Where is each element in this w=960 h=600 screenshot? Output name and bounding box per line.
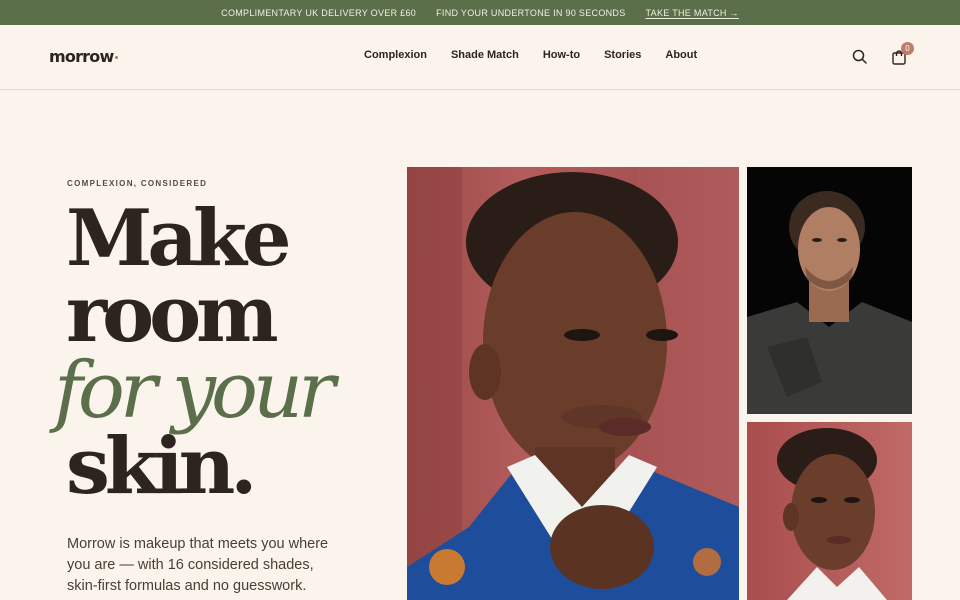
headline-line-1: Make (66, 193, 292, 284)
promo-undertone-text: FIND YOUR UNDERTONE IN 90 SECONDS (436, 7, 626, 18)
hero-eyebrow: COMPLEXION, CONSIDERED (67, 179, 208, 188)
main-nav: Complexion Shade Match How-to Stories Ab… (364, 49, 697, 61)
hero-intro: Morrow is makeup that meets you where yo… (67, 536, 329, 594)
promo-delivery-text: COMPLIMENTARY UK DELIVERY OVER £60 (221, 7, 417, 18)
headline-line-2: room (66, 269, 279, 360)
hero-headline: Make room for your skin. (54, 193, 335, 512)
headline-line-3-italic: for your (54, 346, 335, 436)
hero-portrait-main (407, 167, 739, 600)
logo-text: morrow (49, 47, 114, 66)
search-icon[interactable] (851, 48, 869, 66)
promo-bar: COMPLIMENTARY UK DELIVERY OVER £60 FIND … (0, 0, 960, 25)
cart-count-badge: 0 (901, 42, 914, 55)
nav-stories[interactable]: Stories (604, 49, 641, 61)
logo-dot (115, 56, 119, 59)
portrait-woman-small (747, 422, 912, 600)
nav-about[interactable]: About (665, 49, 697, 61)
logo[interactable]: morrow (49, 47, 119, 66)
portrait-man (747, 167, 912, 414)
headline-line-4: skin. (66, 421, 257, 512)
nav-complexion[interactable]: Complexion (364, 49, 427, 61)
site-header: morrow Complexion Shade Match How-to Sto… (0, 25, 960, 90)
nav-how-to[interactable]: How-to (543, 49, 580, 61)
nav-shade-match[interactable]: Shade Match (451, 49, 519, 61)
take-the-match-link[interactable]: TAKE THE MATCH → (646, 8, 739, 18)
